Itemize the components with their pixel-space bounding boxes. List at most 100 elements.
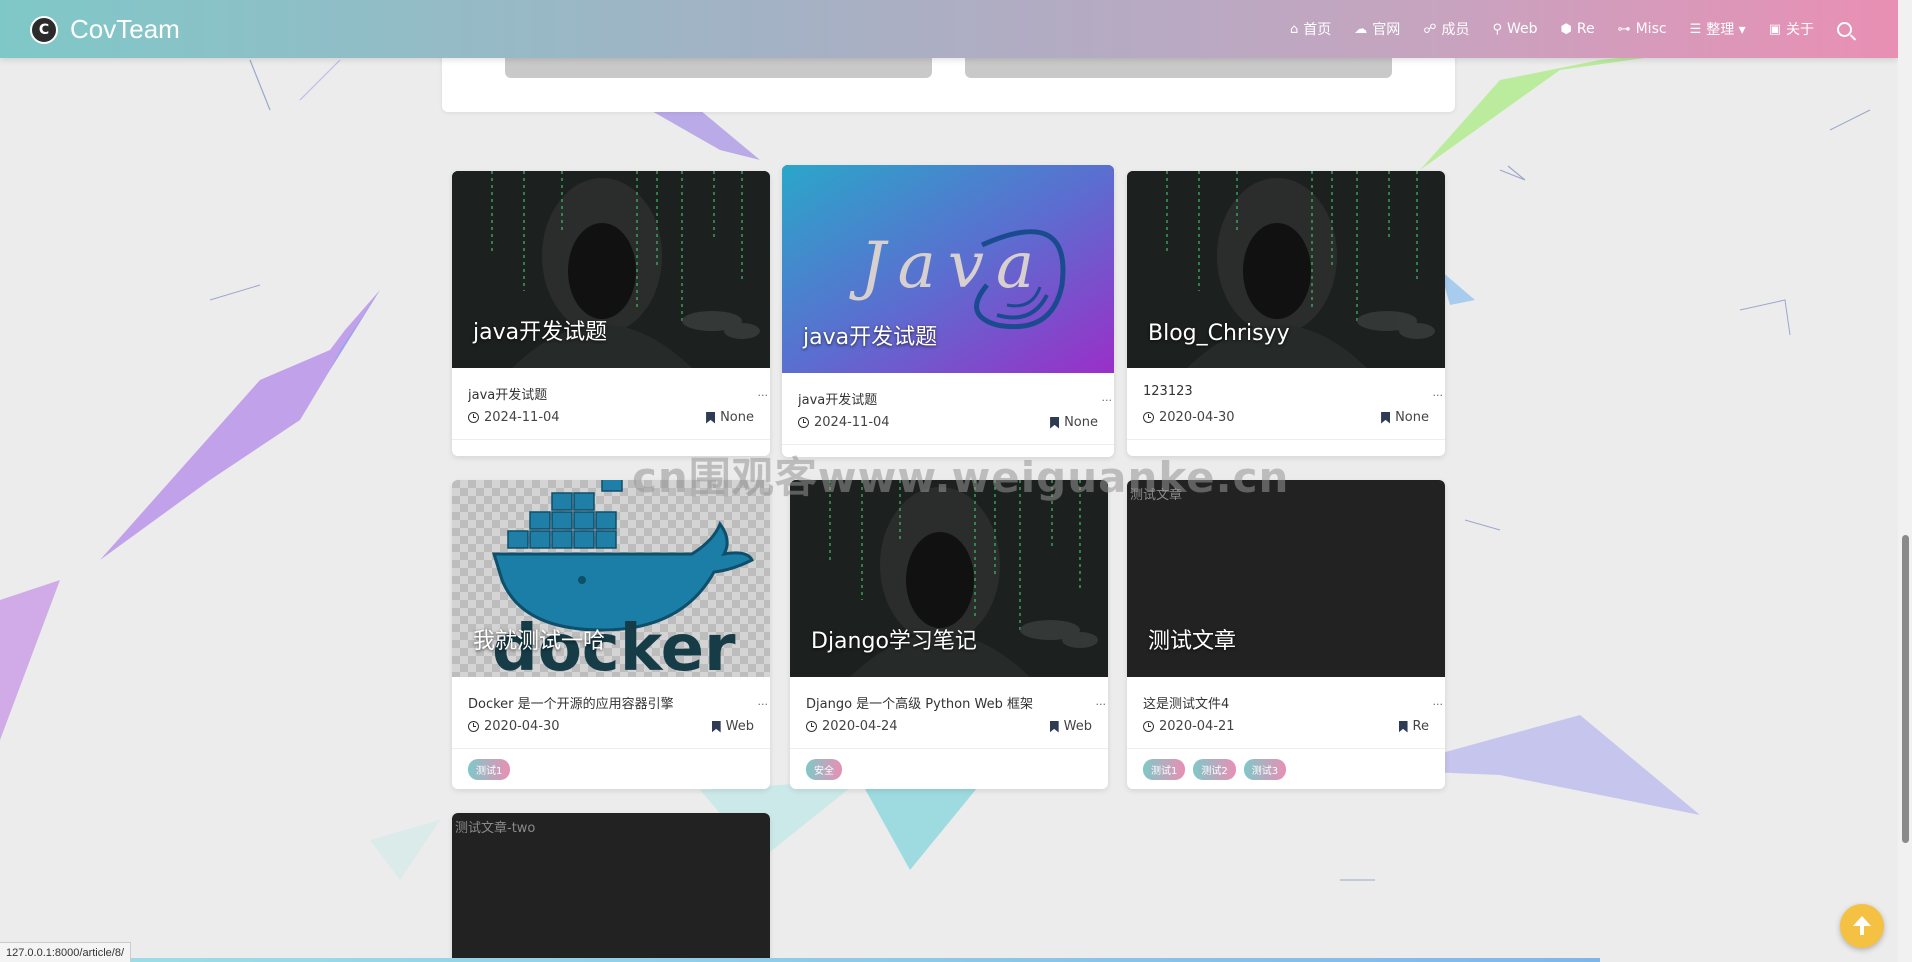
nav-label: 首页 xyxy=(1303,22,1332,38)
nav-label: 整理 ▾ xyxy=(1706,22,1746,38)
more-ellipsis: ... xyxy=(757,695,769,708)
card-image-broken[interactable]: 测试文章 测试文章 xyxy=(1127,480,1445,677)
nav-item-misc[interactable]: ⊶ Misc xyxy=(1618,21,1667,37)
card-description: Docker 是一个开源的应用容器引擎 xyxy=(468,697,674,712)
article-card[interactable]: java开发试题 java开发试题 ... 2024-11-04 None xyxy=(452,171,770,456)
card-body: 这是测试文件4 ... 2020-04-21 Re xyxy=(1127,677,1445,748)
nav-label: 官网 xyxy=(1372,22,1401,38)
nav-label: Re xyxy=(1576,21,1595,37)
category-link[interactable]: Web xyxy=(1049,719,1092,734)
card-footer: 测试1 xyxy=(452,748,770,789)
category-link[interactable]: Web xyxy=(711,719,754,734)
nav-item-re[interactable]: ⬢ Re xyxy=(1561,21,1595,37)
clock-icon xyxy=(1143,412,1154,423)
more-ellipsis: ... xyxy=(1432,386,1444,399)
nav-item-official[interactable]: ☁ 官网 xyxy=(1354,19,1400,39)
card-body: Docker 是一个开源的应用容器引擎 ... 2020-04-30 Web xyxy=(452,677,770,748)
nav-label: Misc xyxy=(1635,21,1667,37)
card-footer: 安全 xyxy=(790,748,1108,789)
status-url-bar: 127.0.0.1:8000/article/8/ xyxy=(0,942,132,962)
card-description: Django 是一个高级 Python Web 框架 xyxy=(806,697,1033,712)
card-title: Django学习笔记 xyxy=(811,629,977,654)
more-ellipsis: ... xyxy=(1101,391,1113,404)
clock-icon xyxy=(468,721,479,732)
card-category: Web xyxy=(1063,719,1092,734)
clock-icon xyxy=(468,412,479,423)
article-card[interactable]: Java java开发试题 java开发试题 ... 2024-11-04 No… xyxy=(782,165,1114,457)
article-card[interactable]: Django学习笔记 Django 是一个高级 Python Web 框架 ..… xyxy=(790,480,1108,789)
card-meta: 2020-04-21 Re xyxy=(1143,719,1429,734)
panel-placeholder-bar xyxy=(965,56,1392,78)
watermark-text: cn围观客www.weiguanke.cn xyxy=(632,453,1290,502)
tag-badge[interactable]: 测试2 xyxy=(1193,758,1236,780)
nav-label: Web xyxy=(1506,21,1538,37)
nav-item-home[interactable]: ⌂ 首页 xyxy=(1290,19,1331,39)
nav-label: 关于 xyxy=(1786,22,1814,38)
gamepad-icon: ⊶ xyxy=(1617,21,1631,37)
card-title: 我就测试一哈 xyxy=(473,629,606,654)
nav-item-about[interactable]: ▣ 关于 xyxy=(1769,19,1814,39)
bookmark-icon xyxy=(711,720,721,733)
card-meta: 2024-11-04 None xyxy=(798,415,1098,430)
card-body: Django 是一个高级 Python Web 框架 ... 2020-04-2… xyxy=(790,677,1108,748)
nav-label: 成员 xyxy=(1441,22,1470,38)
category-link[interactable]: None xyxy=(1050,415,1098,430)
clock-icon xyxy=(806,721,817,732)
more-ellipsis: ... xyxy=(757,386,769,399)
card-footer: 测试1 测试2 测试3 xyxy=(1127,748,1445,789)
card-description: java开发试题 xyxy=(468,388,548,403)
card-date: 2020-04-30 xyxy=(484,719,560,734)
list-icon: ☰ xyxy=(1689,21,1702,37)
tag-badge[interactable]: 测试3 xyxy=(1243,758,1287,780)
category-link[interactable]: None xyxy=(706,410,754,425)
bookmark-icon xyxy=(1398,720,1408,733)
card-date: 2020-04-24 xyxy=(822,719,898,734)
nav-item-web[interactable]: ⚲ Web xyxy=(1492,21,1537,37)
tag-badge[interactable]: 安全 xyxy=(806,758,842,780)
card-image-hacker[interactable]: Blog_Chrisyy xyxy=(1127,171,1445,368)
card-category: Re xyxy=(1412,719,1429,734)
page-scrollbar[interactable] xyxy=(1898,0,1912,962)
card-description: 这是测试文件4 xyxy=(1143,697,1230,712)
card-date: 2024-11-04 xyxy=(814,415,890,430)
bookmark-icon xyxy=(1050,416,1060,429)
page-progress-bar xyxy=(0,958,1600,962)
card-date: 2020-04-21 xyxy=(1159,719,1235,734)
card-meta: 2020-04-30 None xyxy=(1143,410,1429,425)
info-icon: ▣ xyxy=(1768,21,1781,37)
back-to-top-button[interactable] xyxy=(1840,904,1884,948)
top-navbar: C CovTeam ⌂ 首页 ☁ 官网 ☍ 成员 ⚲ Web ⬢ Re ⊶ Mi… xyxy=(0,0,1898,58)
more-ellipsis: ... xyxy=(1432,695,1444,708)
card-title: Blog_Chrisyy xyxy=(1148,321,1290,346)
article-card[interactable]: 测试文章-two xyxy=(452,813,770,962)
category-link[interactable]: None xyxy=(1381,410,1429,425)
svg-text:Java: Java xyxy=(849,229,1046,303)
brand-link[interactable]: C CovTeam xyxy=(30,14,180,45)
nav-item-organize-dropdown[interactable]: ☰ 整理 ▾ xyxy=(1690,19,1746,39)
scrollbar-thumb[interactable] xyxy=(1902,535,1909,843)
card-image-broken[interactable]: 测试文章-two xyxy=(452,813,770,962)
nav-item-members[interactable]: ☍ 成员 xyxy=(1423,19,1469,39)
panel-placeholder-bar xyxy=(505,56,932,78)
tag-badge[interactable]: 测试1 xyxy=(1143,758,1186,780)
tag-badge[interactable]: 测试1 xyxy=(468,758,511,780)
article-card[interactable]: docker 我就测试一哈 Docker 是一个开源的应用容器引擎 ... 20… xyxy=(452,480,770,789)
card-image-hacker[interactable]: java开发试题 xyxy=(452,171,770,368)
card-category: Web xyxy=(725,719,754,734)
article-card[interactable]: Blog_Chrisyy 123123 ... 2020-04-30 None xyxy=(1127,171,1445,456)
card-description: 123123 xyxy=(1143,384,1193,399)
card-category: None xyxy=(720,410,754,425)
clock-icon xyxy=(798,417,809,428)
card-meta: 2020-04-24 Web xyxy=(806,719,1092,734)
card-description: java开发试题 xyxy=(798,393,878,408)
article-card[interactable]: 测试文章 测试文章 这是测试文件4 ... 2020-04-21 Re 测试1 … xyxy=(1127,480,1445,789)
card-image-java[interactable]: Java java开发试题 xyxy=(782,165,1114,373)
card-title: java开发试题 xyxy=(803,325,938,350)
card-image-docker[interactable]: docker 我就测试一哈 xyxy=(452,480,770,677)
card-meta: 2020-04-30 Web xyxy=(468,719,754,734)
nav-search-button[interactable] xyxy=(1837,21,1852,37)
card-date: 2024-11-04 xyxy=(484,410,560,425)
category-link[interactable]: Re xyxy=(1398,719,1429,734)
card-date: 2020-04-30 xyxy=(1159,410,1235,425)
card-image-hacker[interactable]: Django学习笔记 xyxy=(790,480,1108,677)
